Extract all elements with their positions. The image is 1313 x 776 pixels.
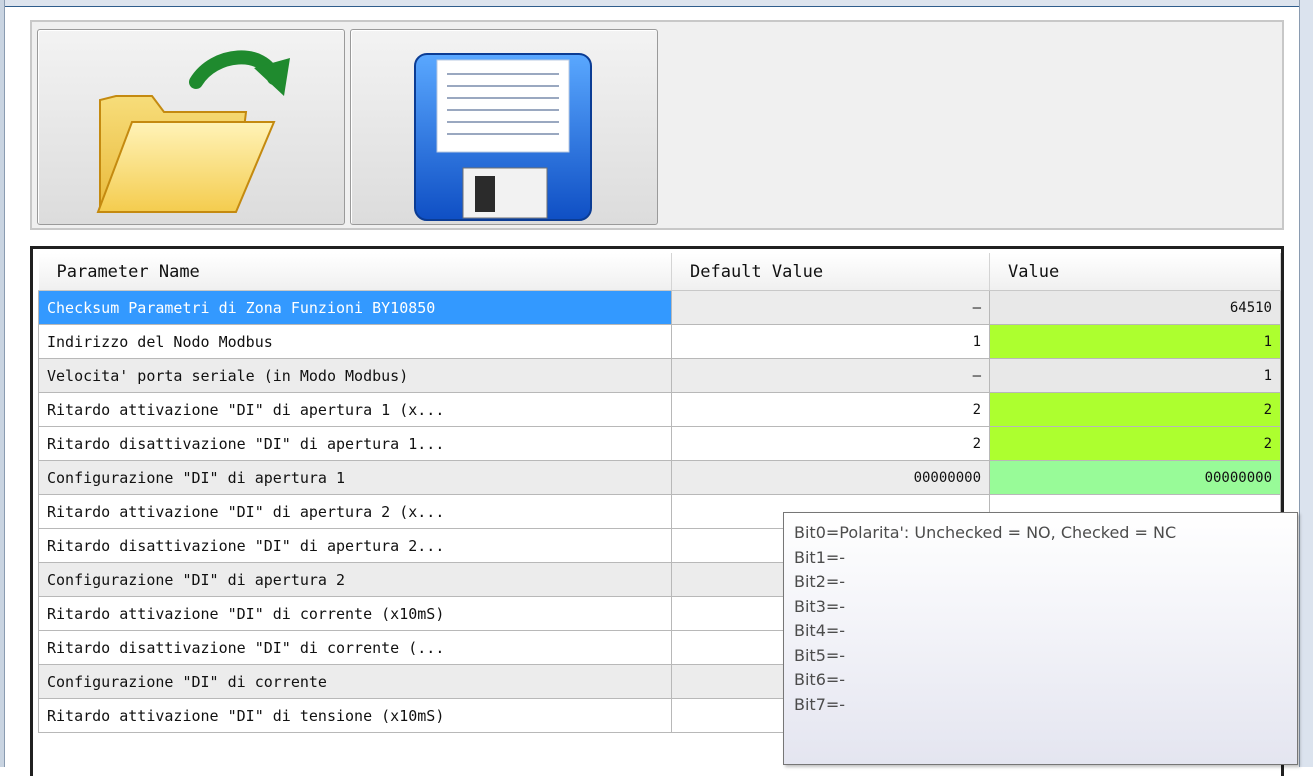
tooltip-line: Bit7=- [794, 694, 846, 714]
default-value-cell: 00000000 [671, 460, 990, 495]
table-row[interactable]: Checksum Parametri di Zona Funzioni BY10… [38, 290, 1281, 325]
default-value-cell: – [671, 358, 990, 393]
parameter-name-cell: Indirizzo del Nodo Modbus [38, 324, 672, 359]
parameter-name-cell: Ritardo disattivazione "DI" di corrente … [38, 630, 672, 665]
tooltip-line: Bit2=- [794, 572, 846, 591]
parameter-name-cell: Ritardo attivazione "DI" di tensione (x1… [38, 698, 672, 733]
parameter-name-cell: Ritardo attivazione "DI" di corrente (x1… [38, 596, 672, 631]
window-top-border [0, 0, 1313, 7]
default-value-cell: 2 [671, 392, 990, 427]
parameter-name-cell: Checksum Parametri di Zona Funzioni BY10… [38, 290, 672, 325]
window-right-border [1299, 0, 1313, 767]
value-cell[interactable]: 2 [989, 426, 1281, 461]
value-cell[interactable]: 1 [989, 324, 1281, 359]
default-value-cell: – [671, 290, 990, 325]
value-cell[interactable]: 1 [989, 358, 1281, 393]
folder-open-arrow-icon [96, 50, 290, 213]
tooltip-line: Bit5=- [794, 645, 846, 665]
tooltip-line: Bit6=- [794, 670, 846, 689]
save-file-button[interactable] [350, 29, 658, 225]
header-row: Parameter Name Default Value Value [38, 253, 1281, 291]
table-row[interactable]: Indirizzo del Nodo Modbus 1 1 [38, 324, 1281, 359]
value-cell[interactable]: 00000000 [989, 460, 1281, 495]
parameter-name-cell: Ritardo disattivazione "DI" di apertura … [38, 528, 672, 563]
table-row[interactable]: Ritardo attivazione "DI" di apertura 1 (… [38, 392, 1281, 427]
parameter-name-cell: Ritardo disattivazione "DI" di apertura … [38, 426, 672, 461]
default-value-cell: 2 [671, 426, 990, 461]
tooltip-line: Bit0=Polarita': Unchecked = NO, Checked … [794, 523, 1177, 542]
value-cell[interactable]: 64510 [989, 290, 1281, 325]
value-cell[interactable]: 2 [989, 392, 1281, 427]
window-left-border [0, 0, 5, 767]
toolbar [30, 20, 1284, 230]
column-header-value[interactable]: Value [989, 253, 1281, 291]
parameter-name-cell: Velocita' porta seriale (in Modo Modbus) [38, 358, 672, 393]
table-row[interactable]: Ritardo disattivazione "DI" di apertura … [38, 426, 1281, 461]
table-row[interactable]: Velocita' porta seriale (in Modo Modbus)… [38, 358, 1281, 393]
column-header-default-value[interactable]: Default Value [671, 253, 990, 291]
column-header-parameter-name[interactable]: Parameter Name [38, 253, 672, 291]
parameter-name-cell: Configurazione "DI" di corrente [38, 664, 672, 699]
default-value-cell: 1 [671, 324, 990, 359]
open-file-button[interactable] [37, 29, 345, 225]
parameter-name-cell: Ritardo attivazione "DI" di apertura 1 (… [38, 392, 672, 427]
tooltip-line: Bit1=- [794, 547, 846, 567]
tooltip-line: Bit4=- [794, 621, 846, 640]
table-row[interactable]: Configurazione "DI" di apertura 1 0000000… [38, 460, 1281, 495]
parameter-name-cell: Configurazione "DI" di apertura 1 [38, 460, 672, 495]
parameter-name-cell: Configurazione "DI" di apertura 2 [38, 562, 672, 597]
bit-description-tooltip: Bit0=Polarita': Unchecked = NO, Checked … [783, 512, 1298, 765]
floppy-disk-icon [414, 53, 592, 221]
parameter-name-cell: Ritardo attivazione "DI" di apertura 2 (… [38, 494, 672, 529]
tooltip-line: Bit3=- [794, 596, 846, 616]
